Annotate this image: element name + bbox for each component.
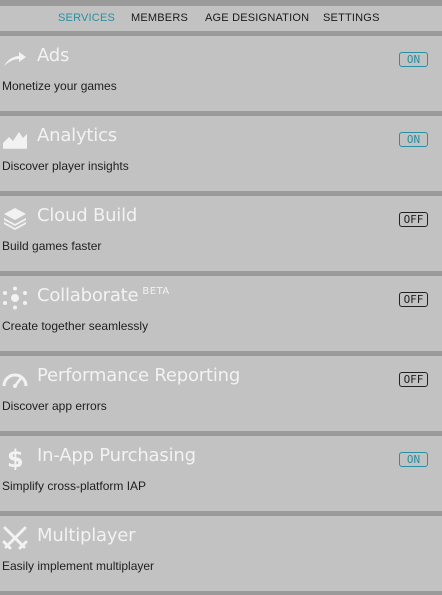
service-card-ads[interactable]: Ads Monetize your games ON xyxy=(0,36,442,111)
service-title: Cloud Build xyxy=(37,205,138,226)
service-description: Monetize your games xyxy=(2,79,117,93)
service-card-performance-reporting[interactable]: Performance Reporting Discover app error… xyxy=(0,356,442,431)
top-navigation: SERVICES MEMBERS AGE DESIGNATION SETTING… xyxy=(0,0,442,31)
service-description: Discover player insights xyxy=(2,159,129,173)
service-toggle[interactable]: OFF xyxy=(399,372,428,387)
service-title: Ads xyxy=(37,45,70,66)
service-title: Analytics xyxy=(37,125,117,146)
service-card-analytics[interactable]: Analytics Discover player insights ON xyxy=(0,116,442,191)
service-toggle[interactable]: ON xyxy=(399,452,428,467)
ads-arrow-icon xyxy=(2,46,28,70)
service-toggle[interactable]: OFF xyxy=(399,212,428,227)
tab-settings[interactable]: SETTINGS xyxy=(323,12,380,24)
svg-text:$: $ xyxy=(7,446,24,470)
collaborate-network-icon xyxy=(2,286,28,310)
service-description: Discover app errors xyxy=(2,399,107,413)
tab-members[interactable]: MEMBERS xyxy=(131,12,188,24)
service-title: Multiplayer xyxy=(37,525,136,546)
service-title: Collaborate BETA xyxy=(37,285,170,306)
beta-badge: BETA xyxy=(142,286,170,297)
service-description: Simplify cross-platform IAP xyxy=(2,479,147,493)
tab-services[interactable]: SERVICES xyxy=(58,12,115,24)
performance-gauge-icon xyxy=(2,366,28,390)
analytics-chart-icon xyxy=(2,126,28,150)
dollar-icon: $ xyxy=(2,446,28,470)
service-card-collaborate[interactable]: Collaborate BETA Create together seamless… xyxy=(0,276,442,351)
multiplayer-swords-icon xyxy=(2,526,28,550)
service-card-multiplayer[interactable]: Multiplayer Easily implement multiplayer xyxy=(0,516,442,591)
service-card-in-app-purchasing[interactable]: $ In-App Purchasing Simplify cross-platf… xyxy=(0,436,442,511)
service-title: Performance Reporting xyxy=(37,365,241,386)
tab-bar: SERVICES MEMBERS AGE DESIGNATION SETTING… xyxy=(0,12,442,32)
service-toggle[interactable]: OFF xyxy=(399,292,428,307)
cloud-build-layers-icon xyxy=(2,206,28,230)
service-card-cloud-build[interactable]: Cloud Build Build games faster OFF xyxy=(0,196,442,271)
service-toggle[interactable]: ON xyxy=(399,132,428,147)
service-title: In-App Purchasing xyxy=(37,445,196,466)
service-toggle[interactable]: ON xyxy=(399,52,428,67)
service-description: Create together seamlessly xyxy=(2,319,149,333)
service-description: Easily implement multiplayer xyxy=(2,559,155,573)
service-description: Build games faster xyxy=(2,239,102,253)
tab-age-designation[interactable]: AGE DESIGNATION xyxy=(205,12,309,24)
